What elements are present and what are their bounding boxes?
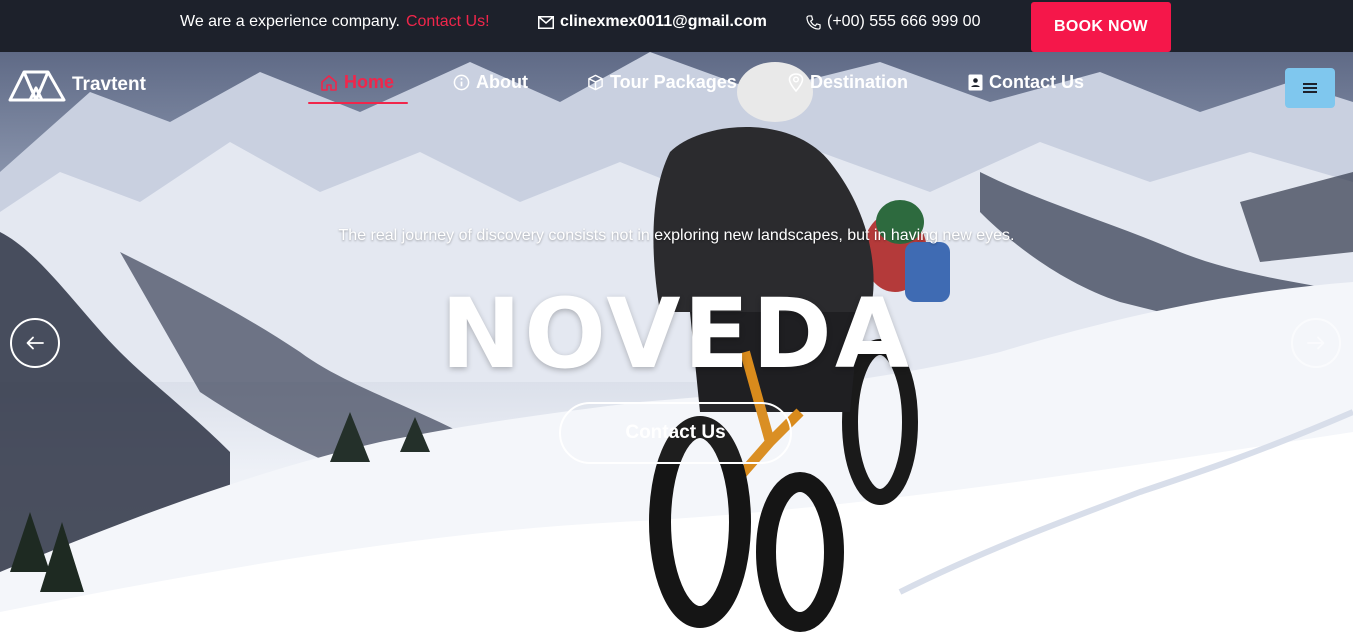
envelope-icon [538,15,554,29]
hero-tagline: The real journey of discovery consists n… [338,227,1015,244]
nav-home[interactable]: Home [320,72,394,93]
phone-icon [806,14,821,30]
phone-text: (+00) 555 666 999 00 [827,13,981,30]
top-tagline: We are a experience company. Contact Us! [180,13,490,31]
nav-contact-us[interactable]: Contact Us [968,72,1084,93]
nav-tour-packages-label: Tour Packages [610,72,737,92]
home-icon [321,74,337,91]
hamburger-icon [1303,83,1317,93]
nav-active-indicator [308,102,408,104]
menu-toggle-button[interactable] [1285,68,1335,108]
slider-next-button[interactable] [1291,318,1341,368]
nav-contact-us-label: Contact Us [989,72,1085,92]
email-text: clinexmex0011@gmail.com [560,13,767,30]
hero-contact-button[interactable]: Contact Us [559,402,792,464]
hero-title: NOVEDA [440,278,913,390]
box-icon [588,74,603,91]
top-bar: We are a experience company. Contact Us! … [0,0,1353,52]
arrow-right-icon [1307,336,1325,350]
info-icon [453,74,470,91]
tagline-text: We are a experience company. [180,13,400,30]
map-pin-icon [788,73,804,92]
nav-destination[interactable]: Destination [788,72,908,93]
nav-destination-label: Destination [810,72,909,92]
nav-about[interactable]: About [453,72,528,93]
top-email[interactable]: clinexmex0011@gmail.com [538,13,767,31]
brand-logo[interactable]: Travtent [8,68,146,102]
contact-book-icon [968,74,983,91]
arrow-left-icon [26,336,44,350]
brand-name: Travtent [72,74,146,95]
contact-us-link[interactable]: Contact Us! [406,13,490,30]
nav-home-label: Home [344,72,395,92]
tent-icon [8,70,66,102]
nav-tour-packages[interactable]: Tour Packages [587,72,737,93]
nav-about-label: About [476,72,528,92]
slider-prev-button[interactable] [10,318,60,368]
top-phone[interactable]: (+00) 555 666 999 00 [806,13,980,31]
book-now-button[interactable]: BOOK NOW [1031,2,1171,52]
